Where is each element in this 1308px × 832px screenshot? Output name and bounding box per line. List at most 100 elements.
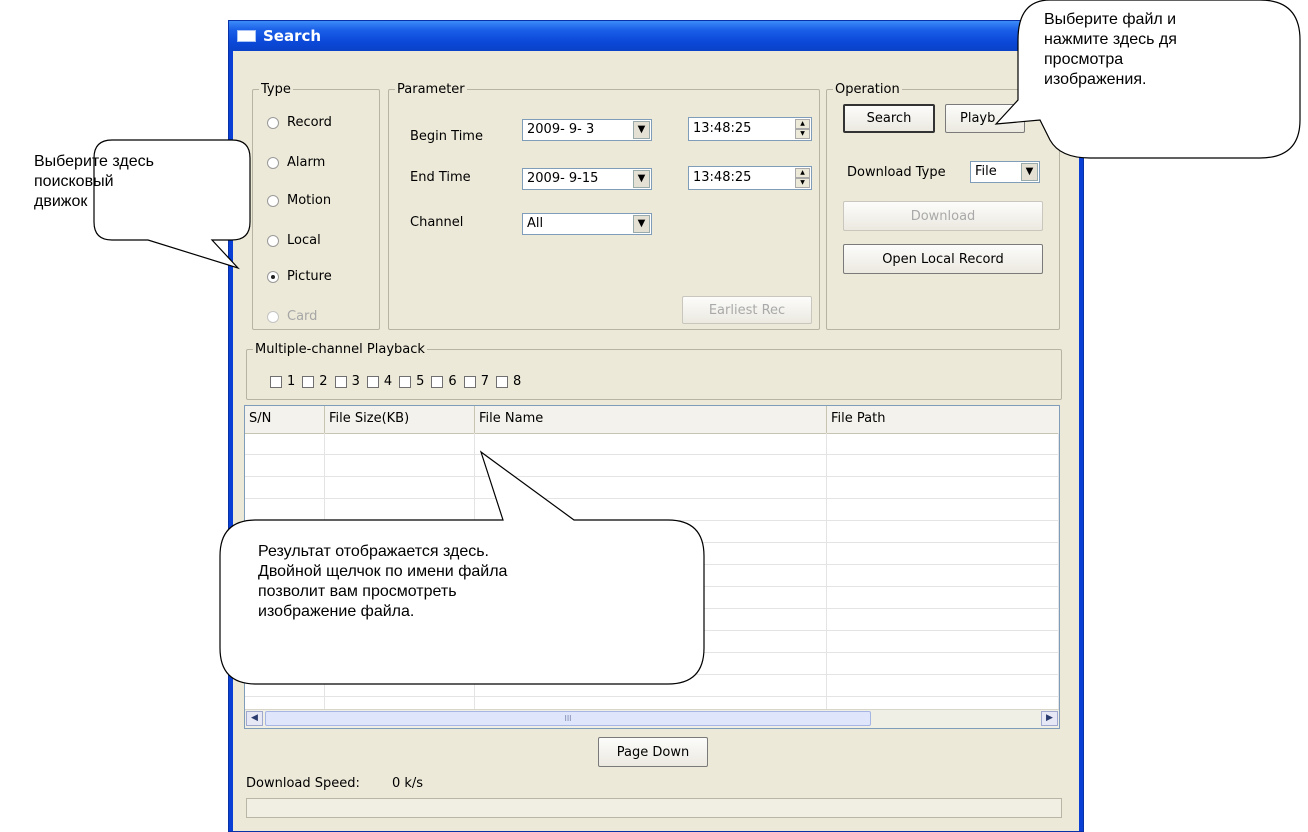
type-group: Type Record Alarm Motion Local Picture C…	[252, 82, 380, 330]
radio-local-circle[interactable]	[267, 234, 279, 247]
download-type-value: File	[975, 164, 997, 179]
channel-checkbox-4[interactable]: 4	[366, 374, 393, 389]
results-table[interactable]: S/N File Size(KB) File Name File Path ◀ …	[244, 405, 1060, 729]
download-type-combo[interactable]: File ▼	[970, 161, 1040, 183]
end-time-value: 13:48:25	[693, 170, 752, 185]
page-down-button[interactable]: Page Down	[598, 737, 708, 767]
channel-checkbox-1[interactable]: 1	[270, 374, 295, 389]
playback-button[interactable]: Playb	[945, 104, 1025, 133]
table-header: S/N File Size(KB) File Name File Path	[245, 406, 1059, 434]
radio-alarm-circle[interactable]	[267, 156, 279, 169]
column-header-sn[interactable]: S/N	[245, 406, 325, 433]
table-row[interactable]	[245, 521, 1059, 543]
table-body	[245, 433, 1059, 719]
channel-checkbox-label: 7	[480, 374, 489, 389]
checkbox-icon[interactable]	[495, 375, 508, 388]
table-row[interactable]	[245, 477, 1059, 499]
column-header-file-path[interactable]: File Path	[827, 406, 1059, 433]
column-header-file-size[interactable]: File Size(KB)	[325, 406, 475, 433]
radio-alarm[interactable]: Alarm	[267, 155, 325, 170]
type-group-legend: Type	[261, 82, 291, 97]
radio-motion[interactable]: Motion	[267, 193, 331, 208]
end-time-label: End Time	[410, 170, 471, 185]
table-row[interactable]	[245, 499, 1059, 521]
channel-checkbox-label: 8	[512, 374, 522, 389]
scroll-left-icon[interactable]: ◀	[246, 711, 263, 726]
checkbox-icon[interactable]	[399, 375, 412, 388]
chevron-down-icon[interactable]: ▼	[633, 170, 650, 188]
download-button[interactable]: Download	[843, 201, 1043, 231]
open-local-record-button[interactable]: Open Local Record	[843, 244, 1043, 274]
radio-picture-label: Picture	[287, 269, 332, 284]
radio-card-circle	[267, 310, 279, 323]
checkbox-icon[interactable]	[463, 375, 476, 388]
spin-up-icon[interactable]: ▲	[795, 168, 810, 178]
table-row[interactable]	[245, 455, 1059, 477]
table-row[interactable]	[245, 433, 1059, 455]
table-row[interactable]	[245, 675, 1059, 697]
spin-up-icon[interactable]: ▲	[795, 119, 810, 129]
channel-checkbox-label: 5	[416, 374, 425, 389]
chevron-down-icon[interactable]: ▼	[1021, 163, 1038, 181]
table-row[interactable]	[245, 543, 1059, 565]
scroll-right-icon[interactable]: ▶	[1041, 711, 1058, 726]
radio-motion-label: Motion	[287, 193, 332, 208]
table-row[interactable]	[245, 631, 1059, 653]
radio-alarm-label: Alarm	[287, 155, 326, 170]
channel-checkbox-2[interactable]: 2	[302, 374, 328, 389]
radio-card: Card	[267, 309, 317, 324]
radio-local-label: Local	[287, 233, 321, 248]
begin-date-value: 2009- 9- 3	[527, 122, 595, 137]
channel-combo[interactable]: All ▼	[522, 213, 652, 235]
channel-checkbox-7[interactable]: 7	[463, 374, 489, 389]
checkbox-icon[interactable]	[270, 375, 282, 388]
earliest-rec-button[interactable]: Earliest Rec	[682, 296, 812, 324]
column-header-file-name[interactable]: File Name	[475, 406, 827, 433]
channel-value: All	[527, 216, 544, 231]
radio-local[interactable]: Local	[267, 233, 321, 248]
search-button[interactable]: Search	[843, 104, 935, 133]
parameter-group-legend: Parameter	[397, 82, 465, 97]
channel-checkbox-label: 2	[319, 374, 328, 389]
radio-record[interactable]: Record	[267, 115, 332, 130]
begin-date-combo[interactable]: 2009- 9- 3 ▼	[522, 119, 652, 141]
radio-picture[interactable]: Picture	[267, 269, 332, 284]
spin-down-icon[interactable]: ▼	[795, 178, 810, 188]
multichannel-legend: Multiple-channel Playback	[255, 342, 425, 357]
operation-group-legend: Operation	[835, 82, 900, 97]
table-row[interactable]	[245, 653, 1059, 675]
checkbox-icon[interactable]	[334, 375, 347, 388]
radio-picture-circle[interactable]	[267, 270, 279, 283]
channel-checkbox-8[interactable]: 8	[495, 374, 522, 389]
table-row[interactable]	[245, 587, 1059, 609]
download-progress-bar	[246, 798, 1062, 818]
channel-checkbox-row: 1 2 3 4 5 6 7 8	[270, 374, 521, 389]
table-row[interactable]	[245, 565, 1059, 587]
table-row[interactable]	[245, 609, 1059, 631]
channel-checkbox-5[interactable]: 5	[399, 374, 424, 389]
channel-label: Channel	[410, 215, 464, 230]
checkbox-icon[interactable]	[302, 375, 315, 388]
end-date-combo[interactable]: 2009- 9-15 ▼	[522, 168, 652, 190]
checkbox-icon[interactable]	[366, 375, 379, 388]
begin-time-value: 13:48:25	[693, 121, 752, 136]
chevron-down-icon[interactable]: ▼	[633, 121, 650, 139]
checkbox-icon[interactable]	[431, 375, 444, 388]
channel-checkbox-label: 4	[383, 374, 393, 389]
channel-checkbox-6[interactable]: 6	[431, 374, 457, 389]
radio-card-label: Card	[287, 309, 318, 324]
channel-checkbox-label: 6	[448, 374, 457, 389]
scrollbar-thumb[interactable]: III	[265, 711, 871, 726]
spin-down-icon[interactable]: ▼	[795, 129, 810, 139]
begin-time-label: Begin Time	[410, 129, 483, 144]
radio-record-circle[interactable]	[267, 116, 279, 129]
radio-motion-circle[interactable]	[267, 194, 279, 207]
end-time-spinner[interactable]: 13:48:25 ▲ ▼	[688, 166, 812, 190]
download-speed-value: 0 k/s	[392, 776, 424, 791]
multichannel-group: Multiple-channel Playback	[246, 342, 1062, 400]
channel-checkbox-3[interactable]: 3	[334, 374, 360, 389]
horizontal-scrollbar[interactable]: ◀ III ▶	[245, 709, 1059, 728]
chevron-down-icon[interactable]: ▼	[633, 215, 650, 233]
channel-checkbox-label: 3	[351, 374, 360, 389]
begin-time-spinner[interactable]: 13:48:25 ▲ ▼	[688, 117, 812, 141]
